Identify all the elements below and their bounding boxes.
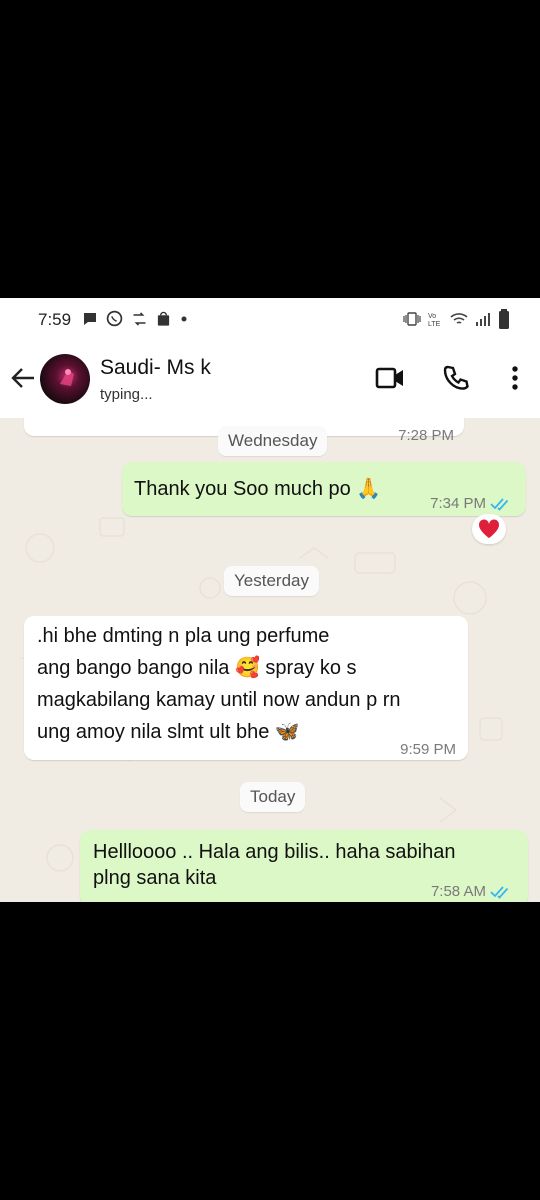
date-chip-wednesday: Wednesday xyxy=(218,426,328,456)
vibrate-icon xyxy=(403,312,421,326)
message-line: magkabilang kamay until now andun p rn xyxy=(37,689,401,711)
whatsapp-icon xyxy=(106,310,123,327)
back-arrow-icon[interactable] xyxy=(10,366,36,390)
outgoing-message-bubble[interactable]: Thank you Soo much po 🙏 7:34 PM xyxy=(122,462,526,516)
incoming-message-bubble[interactable]: .hi bhe dmting n pla ung perfume ang ban… xyxy=(24,616,468,760)
double-check-read-icon xyxy=(490,498,509,511)
system-icons: Vo LTE xyxy=(402,309,510,329)
outgoing-message-bubble[interactable]: Hellloooo .. Hala ang bilis.. haha sabih… xyxy=(80,830,528,902)
heart-reaction-icon xyxy=(478,519,500,538)
shopping-bag-icon xyxy=(157,311,170,326)
battery-icon xyxy=(499,309,509,329)
double-check-read-icon xyxy=(490,886,509,899)
message-line: plng sana kita xyxy=(93,867,217,889)
contact-name[interactable]: Saudi- Ms k xyxy=(100,356,211,380)
notification-icons xyxy=(82,310,189,327)
volte-icon: VoLTE xyxy=(428,313,441,327)
wifi-icon xyxy=(450,313,468,324)
date-chip-today: Today xyxy=(240,782,306,812)
message-line: ung amoy nila slmt ult bhe 🦋 xyxy=(37,721,300,743)
voice-call-icon[interactable] xyxy=(442,364,470,392)
message-time-status: 7:34 PM xyxy=(430,488,512,520)
transfer-icon xyxy=(133,311,146,326)
message-line: ang bango bango nila 🥰 spray ko s xyxy=(37,657,357,679)
svg-text:Vo: Vo xyxy=(428,313,436,320)
video-call-icon[interactable] xyxy=(374,364,406,392)
message-time-status: 7:58 AM xyxy=(431,876,512,902)
dot-icon xyxy=(181,316,187,321)
message-time: 7:34 PM xyxy=(430,495,486,512)
message-text: Thank you Soo much po 🙏 xyxy=(134,478,382,500)
message-time: 9:59 PM xyxy=(400,741,456,758)
message-line: .hi bhe dmting n pla ung perfume xyxy=(37,625,330,647)
status-bar: 7:59 Vo LTE xyxy=(0,298,540,342)
chat-area[interactable]: 7:28 PM Wednesday Thank you Soo much po … xyxy=(0,418,540,902)
more-options-icon[interactable] xyxy=(509,364,521,392)
status-time: 7:59 xyxy=(38,310,72,329)
partial-message-time: 7:28 PM xyxy=(398,427,454,444)
date-chip-yesterday: Yesterday xyxy=(224,566,319,596)
reaction-badge[interactable] xyxy=(472,514,506,544)
svg-text:LTE: LTE xyxy=(428,321,441,327)
phone-screen: 7:59 Vo LTE Saudi- Ms k typing... 7:28 P… xyxy=(0,298,540,902)
chat-header: Saudi- Ms k typing... xyxy=(0,342,540,418)
signal-icon xyxy=(476,313,490,326)
chat-bubble-icon xyxy=(84,312,96,325)
message-time: 7:58 AM xyxy=(430,883,486,900)
avatar[interactable] xyxy=(40,354,90,404)
contact-status: typing... xyxy=(100,386,153,403)
